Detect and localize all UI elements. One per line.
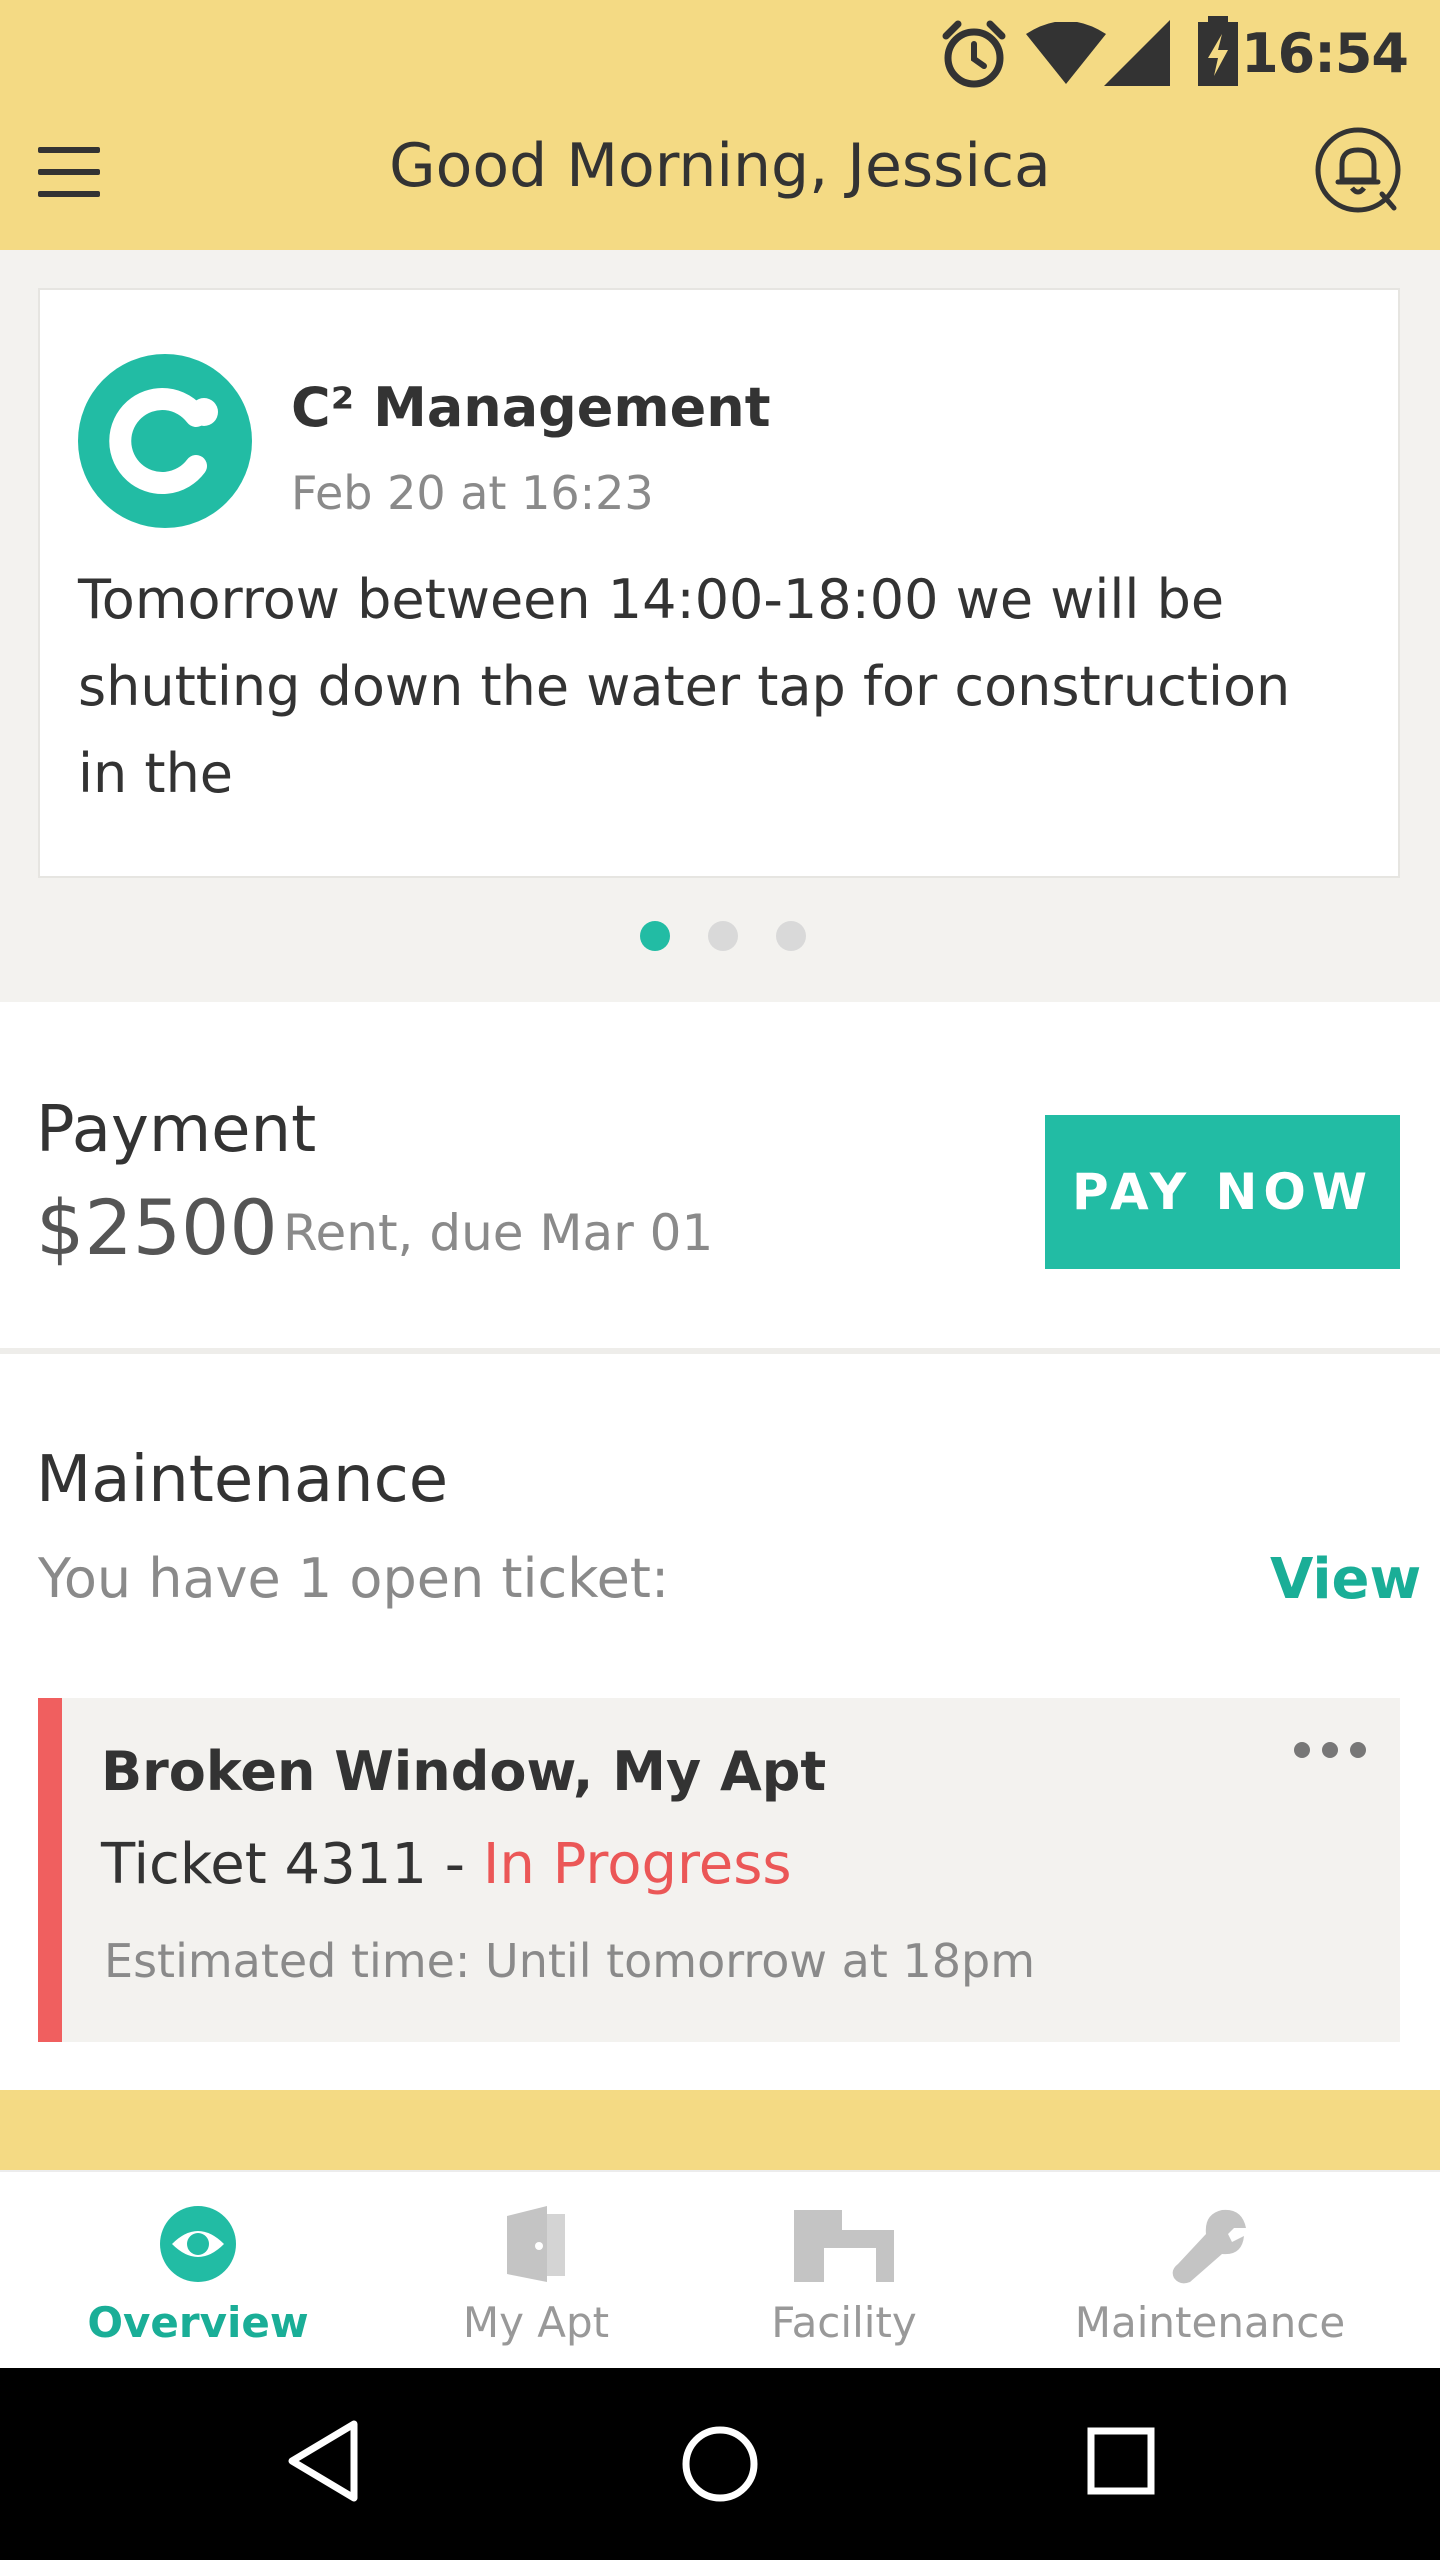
more-options-icon[interactable] [1294,1738,1366,1762]
home-icon[interactable] [680,2424,760,2504]
carousel-dot[interactable] [708,921,738,951]
ticket-card[interactable]: Broken Window, My Apt Ticket 4311 - In P… [38,1698,1400,2042]
bottom-navigation: Overview My Apt Facility Maintenance [0,2170,1440,2368]
eye-icon [160,2206,236,2282]
wrench-icon [1172,2209,1246,2284]
announcement-card[interactable]: C² Management Feb 20 at 16:23 Tomorrow b… [38,288,1400,878]
maintenance-title: Maintenance [36,1443,449,1517]
status-time: 16:54 [1241,22,1409,85]
c2-logo-icon [109,388,218,494]
wifi-icon [1026,22,1106,84]
section-divider [0,1348,1440,1354]
ticket-number-line: Ticket 4311 - In Progress [101,1832,792,1897]
notifications-bell-icon[interactable] [1312,124,1404,216]
cell-signal-icon [1104,20,1170,86]
building-icon [794,2210,894,2282]
system-navigation-bar [0,2368,1440,2560]
nav-label-overview: Overview [87,2298,309,2347]
ticket-number: Ticket 4311 - [101,1832,483,1897]
nav-item-overview[interactable]: Overview [60,2172,336,2370]
nav-item-maintenance[interactable]: Maintenance [1070,2172,1350,2370]
carousel-dot[interactable] [776,921,806,951]
ticket-status: In Progress [482,1832,792,1897]
nav-item-facility[interactable]: Facility [706,2172,982,2370]
back-icon[interactable] [284,2418,360,2504]
status-bar: 16:54 [0,0,1440,104]
view-tickets-link[interactable]: View [1270,1547,1421,1612]
page-title: Good Morning, Jessica [389,131,1051,201]
next-section-peek [0,2090,1440,2170]
ticket-status-stripe [38,1698,62,2042]
nav-label-facility: Facility [771,2298,917,2347]
payment-description: Rent, due Mar 01 [283,1204,714,1262]
pay-now-button[interactable]: PAY NOW [1045,1115,1400,1269]
announcement-time: Feb 20 at 16:23 [291,466,654,520]
nav-label-maintenance: Maintenance [1074,2298,1346,2347]
announcement-message: Tomorrow between 14:00-18:00 we will be … [78,568,1291,805]
open-tickets-summary: You have 1 open ticket: [38,1547,670,1610]
battery-charging-icon [1198,16,1238,86]
payment-title: Payment [36,1093,317,1167]
carousel-dot-active[interactable] [640,921,670,951]
ticket-title: Broken Window, My Apt [101,1740,827,1803]
sender-name: C² Management [291,376,771,439]
ticket-estimate: Estimated time: Until tomorrow at 18pm [104,1934,1036,1988]
payment-amount: $2500 [36,1183,278,1272]
door-icon [507,2206,565,2282]
app-header: 16:54 Good Morning, Jessica [0,0,1440,250]
sender-avatar [78,354,252,528]
alarm-icon [942,20,1006,88]
nav-item-my-apt[interactable]: My Apt [398,2172,674,2370]
recents-icon[interactable] [1086,2426,1156,2496]
nav-label-my-apt: My Apt [462,2298,610,2347]
